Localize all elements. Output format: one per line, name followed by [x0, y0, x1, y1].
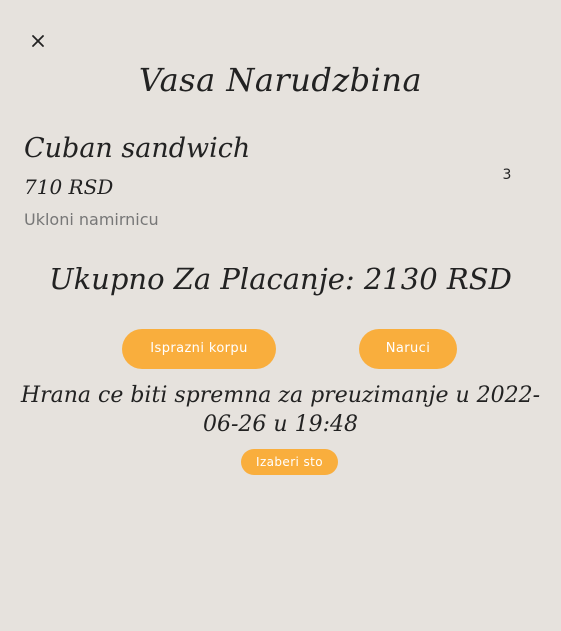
choose-table-button[interactable]: Izaberi sto: [241, 449, 338, 475]
modal-title: Vasa Narudzbina: [138, 61, 423, 99]
item-quantity[interactable]: 3: [492, 164, 522, 186]
item-name: Cuban sandwich: [24, 133, 251, 164]
order-button[interactable]: Naruci: [359, 329, 457, 369]
order-modal: Vasa Narudzbina Cuban sandwich 710 RSD U…: [0, 0, 561, 631]
remove-item-link[interactable]: Ukloni namirnicu: [24, 208, 159, 232]
order-total: Ukupno Za Placanje: 2130 RSD: [49, 262, 512, 296]
close-icon: [32, 35, 44, 47]
empty-cart-button[interactable]: Isprazni korpu: [122, 329, 276, 369]
pickup-message: Hrana ce biti spremna za preuzimanje u 2…: [20, 383, 541, 437]
item-price: 710 RSD: [24, 175, 114, 199]
close-button[interactable]: [28, 31, 48, 51]
